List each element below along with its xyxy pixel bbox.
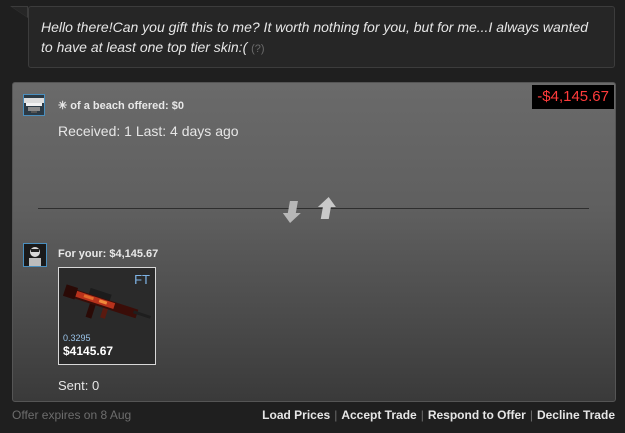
partner-avatar[interactable] — [23, 94, 45, 116]
load-prices-link[interactable]: Load Prices — [262, 408, 330, 422]
respond-to-offer-link[interactable]: Respond to Offer — [428, 408, 526, 422]
decline-trade-link[interactable]: Decline Trade — [537, 408, 615, 422]
snowflake-icon: ✳ — [58, 100, 68, 112]
swap-arrows-icon — [283, 197, 336, 223]
item-float-value: 0.3295 — [63, 333, 91, 343]
item-card-m4a4[interactable]: FT 0.3295 $4145.67 — [58, 267, 156, 365]
footer-actions: Load Prices | Accept Trade | Respond to Offe… — [262, 408, 615, 422]
user-avatar-image — [24, 244, 46, 266]
user-avatar[interactable] — [23, 243, 47, 267]
for-your-label: For your: $4,145.67 — [58, 248, 159, 260]
message-bubble: Hello there!Can you gift this to me? It … — [28, 6, 615, 68]
item-price: $4145.67 — [63, 344, 114, 358]
help-link[interactable]: (?) — [251, 43, 264, 55]
separator: | — [334, 408, 338, 422]
sent-stats: Sent: 0 — [58, 378, 100, 393]
offer-expiry: Offer expires on 8 Aug — [12, 408, 132, 422]
offered-line: ✳ of a beach offered: $0 — [58, 99, 184, 112]
message-bubble-tail-inner — [12, 7, 27, 17]
trade-offer-panel: -$4,145.67 ✳ of a beach offered: $0 Rece… — [12, 82, 616, 402]
accept-trade-link[interactable]: Accept Trade — [341, 408, 416, 422]
separator: | — [529, 408, 533, 422]
received-stats: Received: 1 Last: 4 days ago — [58, 123, 239, 139]
offered-label: of a beach offered: $0 — [70, 100, 184, 112]
partner-avatar-image — [24, 95, 44, 115]
value-badge: -$4,145.67 — [532, 85, 614, 109]
message-text-wrap: Hello there!Can you gift this to me? It … — [41, 17, 601, 59]
message-text: Hello there!Can you gift this to me? It … — [41, 19, 589, 55]
separator: | — [420, 408, 424, 422]
